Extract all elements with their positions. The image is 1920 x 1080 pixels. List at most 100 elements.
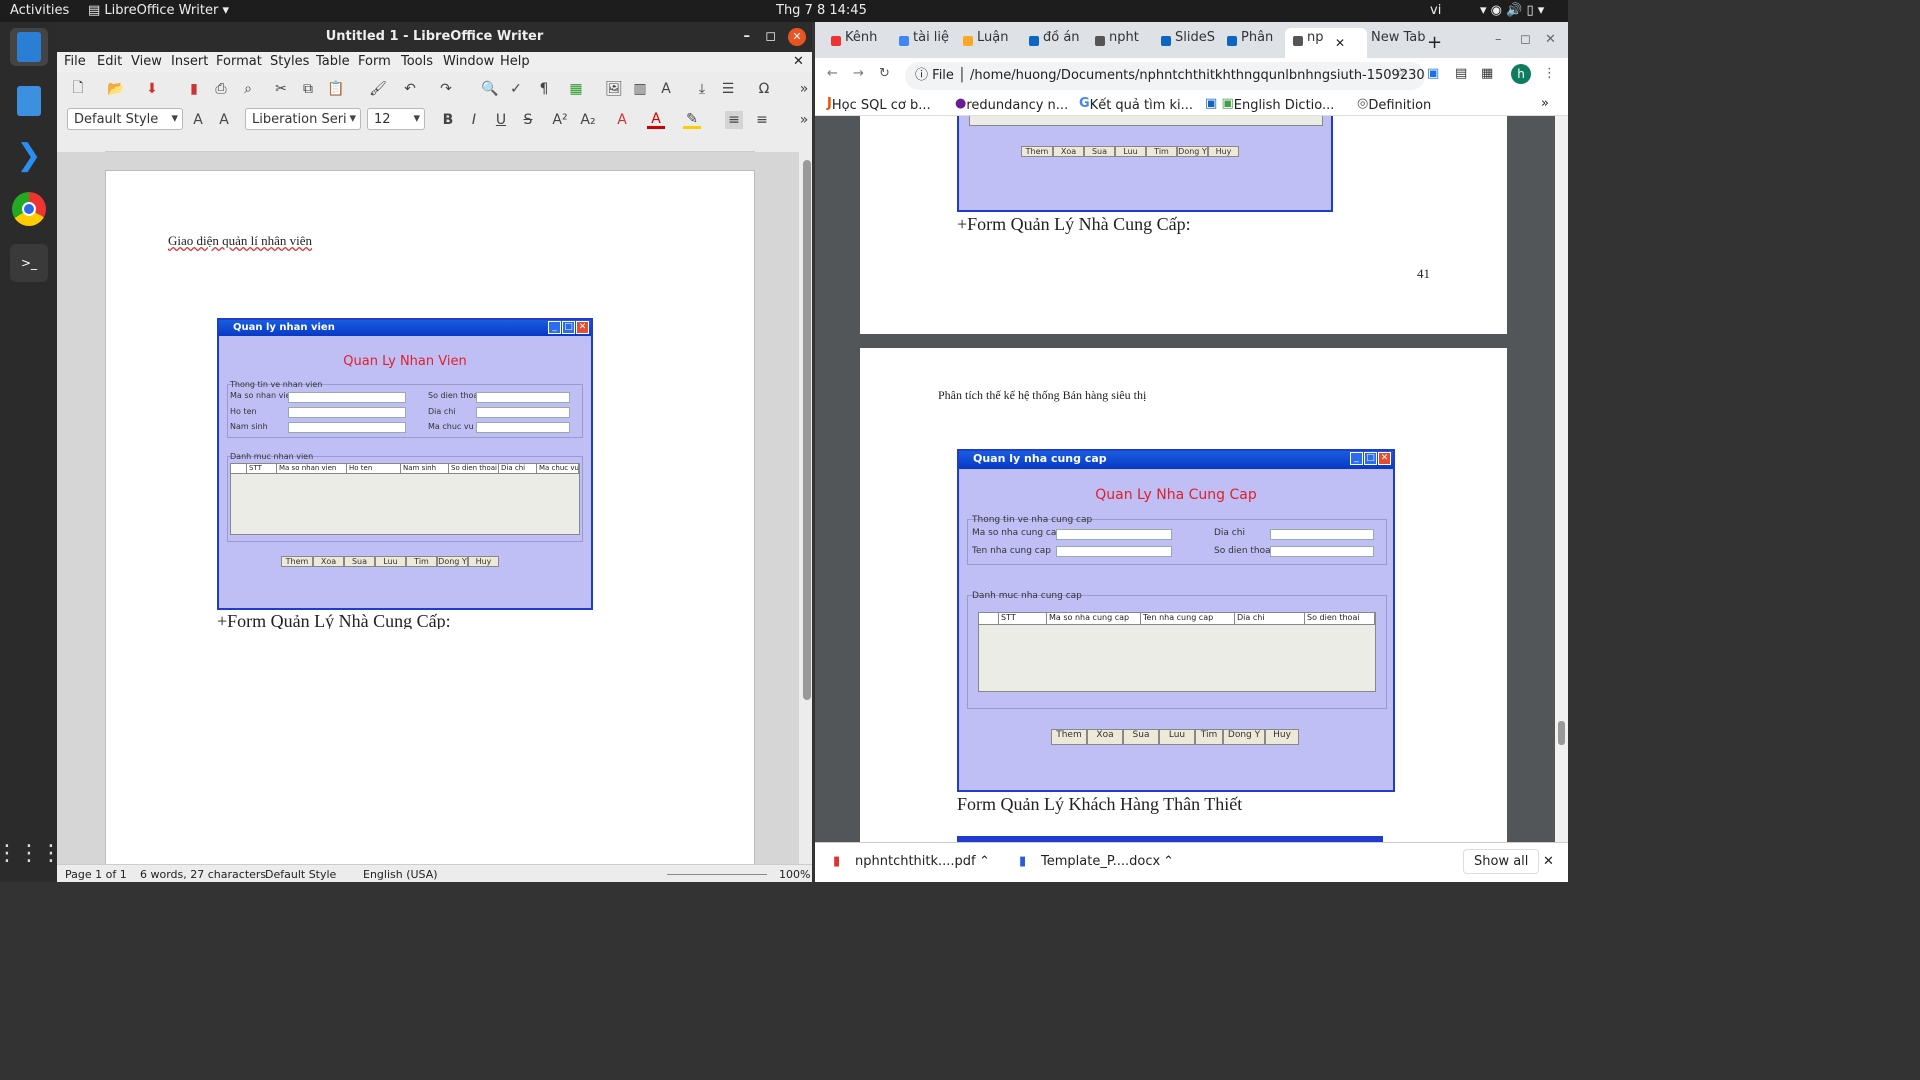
maximize-button[interactable]: ◻ <box>765 22 776 52</box>
special-character-icon[interactable]: Ω <box>755 80 773 98</box>
document-page[interactable]: Giao diện quản lí nhân viên Quan ly nhan… <box>105 170 755 870</box>
translate-extension-icon[interactable]: ▣ <box>1427 66 1439 81</box>
terminal-icon[interactable]: >_ <box>10 244 48 282</box>
omnibox[interactable]: ⓘ File │ /home/huong/Documents/nphntchth… <box>905 62 1425 90</box>
more-format-icon[interactable]: » <box>795 111 813 129</box>
tab[interactable]: npht <box>1095 30 1155 56</box>
clock[interactable]: Thg 7 8 14:45 <box>776 3 867 18</box>
insert-image-icon[interactable]: 🖼 <box>605 80 623 98</box>
text-editor-icon[interactable] <box>10 82 48 120</box>
spellcheck-icon[interactable]: ✓ <box>507 80 525 98</box>
menu-view[interactable]: View <box>131 54 162 69</box>
insert-field-icon[interactable]: ☰ <box>719 80 737 98</box>
extension-icon[interactable]: ▦ <box>1481 66 1493 81</box>
word-count[interactable]: 6 words, 27 characters <box>140 868 266 881</box>
insert-textbox-icon[interactable]: A <box>657 80 675 98</box>
close-tab-icon[interactable]: ✕ <box>1335 36 1345 50</box>
vertical-scrollbar[interactable] <box>803 160 811 700</box>
copy-icon[interactable]: ⧉ <box>299 80 317 98</box>
tab[interactable]: Kênh <box>831 30 891 56</box>
vscode-icon[interactable]: ❯ <box>10 136 48 174</box>
zoom-slider[interactable] <box>667 874 767 875</box>
font-name-combo[interactable]: Liberation Seri <box>245 108 361 130</box>
bold-icon[interactable]: B <box>439 111 457 129</box>
paste-icon[interactable]: 📋 <box>327 80 345 98</box>
pdf-scrollbar[interactable] <box>1555 116 1568 842</box>
font-color-icon[interactable]: A <box>647 111 665 129</box>
extension-icon[interactable]: ▤ <box>1455 66 1467 81</box>
align-left-icon[interactable]: ≡ <box>725 111 743 129</box>
zoom-level[interactable]: 100% <box>779 868 810 881</box>
undo-icon[interactable]: ↶ <box>401 80 419 98</box>
download-item[interactable]: nphntchthitk....pdf <box>855 854 976 869</box>
paragraph-style-combo[interactable]: Default Style <box>67 108 183 130</box>
highlight-icon[interactable]: ✎ <box>683 111 701 129</box>
bookmark-item[interactable]: ▣ ▣ English Dictio... <box>1205 96 1334 113</box>
tab[interactable]: New Tab <box>1357 30 1427 56</box>
info-icon[interactable]: ⓘ <box>915 68 928 83</box>
menu-edit[interactable]: Edit <box>97 54 122 69</box>
more-toolbar-icon[interactable]: » <box>795 80 813 98</box>
tab[interactable]: Phân <box>1227 30 1287 56</box>
menu-file[interactable]: File <box>64 54 86 69</box>
menu-format[interactable]: Format <box>216 54 262 69</box>
clear-formatting-icon[interactable]: A <box>613 111 631 129</box>
page-count[interactable]: Page 1 of 1 <box>65 868 127 881</box>
more-bookmarks-icon[interactable]: » <box>1541 96 1549 111</box>
new-tab-icon[interactable]: + <box>1427 32 1442 53</box>
pdf-viewer[interactable]: Them Xoa Sua Luu Tim Dong Y Huy +Form Qu… <box>815 116 1555 848</box>
apps-grid-icon[interactable]: ⋮⋮⋮ <box>0 834 62 872</box>
close-button[interactable]: ✕ <box>788 28 806 46</box>
show-all-button[interactable]: Show all <box>1463 849 1540 874</box>
tab[interactable]: Luận <box>963 30 1019 56</box>
bookmark-item[interactable]: ● redundancy n... <box>955 96 1068 113</box>
download-menu-icon[interactable]: ⌃ <box>979 854 990 869</box>
tab[interactable]: tài liệ <box>899 30 955 56</box>
subscript-icon[interactable]: A₂ <box>579 111 597 129</box>
close-button[interactable]: ✕ <box>1545 32 1556 47</box>
tab-active[interactable]: np <box>1293 30 1337 56</box>
clone-formatting-icon[interactable]: 🖌 <box>369 80 387 98</box>
system-tray-icons[interactable]: ▾ ◉ 🔊 ▯ ▾ <box>1480 3 1544 18</box>
redo-icon[interactable]: ↷ <box>437 80 455 98</box>
forward-icon[interactable]: → <box>853 66 864 81</box>
close-shelf-icon[interactable]: ✕ <box>1543 854 1554 869</box>
find-replace-icon[interactable]: 🔍 <box>481 80 499 98</box>
tab[interactable]: SlideS <box>1161 30 1221 56</box>
cut-icon[interactable]: ✂ <box>272 80 290 98</box>
export-pdf-icon[interactable]: ▮ <box>185 80 203 98</box>
libreoffice-writer-icon[interactable] <box>10 28 48 66</box>
font-size-combo[interactable]: 12 <box>367 108 425 130</box>
new-style-icon[interactable]: A <box>215 111 233 129</box>
back-icon[interactable]: ← <box>827 66 838 81</box>
input-language[interactable]: vi <box>1430 3 1441 18</box>
page-break-icon[interactable]: ⤓ <box>693 80 711 98</box>
italic-icon[interactable]: I <box>465 111 483 129</box>
menu-help[interactable]: Help <box>500 54 530 69</box>
print-icon[interactable]: ⎙ <box>212 80 230 98</box>
app-menu[interactable]: ▤ LibreOffice Writer ▾ <box>88 3 229 18</box>
print-preview-icon[interactable]: ⌕ <box>239 80 257 98</box>
new-document-icon[interactable]: 🗋 <box>69 80 87 98</box>
underline-icon[interactable]: U <box>492 111 510 129</box>
open-icon[interactable]: 📂 <box>107 80 125 98</box>
minimize-button[interactable]: – <box>744 22 751 52</box>
maximize-button[interactable]: ◻ <box>1520 32 1531 47</box>
tab[interactable]: đồ án <box>1029 30 1085 56</box>
download-menu-icon[interactable]: ⌃ <box>1163 854 1174 869</box>
menu-window[interactable]: Window <box>443 54 494 69</box>
bookmark-star-icon[interactable]: ☆ <box>1395 66 1407 81</box>
profile-avatar[interactable]: h <box>1511 64 1531 84</box>
update-style-icon[interactable]: A <box>189 111 207 129</box>
reload-icon[interactable]: ↻ <box>879 66 890 81</box>
bookmark-item[interactable]: G Kết quả tìm ki... <box>1079 96 1193 113</box>
strikethrough-icon[interactable]: S <box>519 111 537 129</box>
ruler[interactable] <box>105 136 755 152</box>
activities-button[interactable]: Activities <box>10 3 69 18</box>
download-item[interactable]: Template_P....docx <box>1041 854 1160 869</box>
chrome-menu-icon[interactable]: ⋮ <box>1543 66 1556 81</box>
bookmark-item[interactable]: ◎ Definition <box>1357 96 1431 113</box>
formatting-marks-icon[interactable]: ¶ <box>535 80 553 98</box>
insert-table-icon[interactable]: ▦ <box>567 80 585 98</box>
page-style[interactable]: Default Style <box>265 868 336 881</box>
